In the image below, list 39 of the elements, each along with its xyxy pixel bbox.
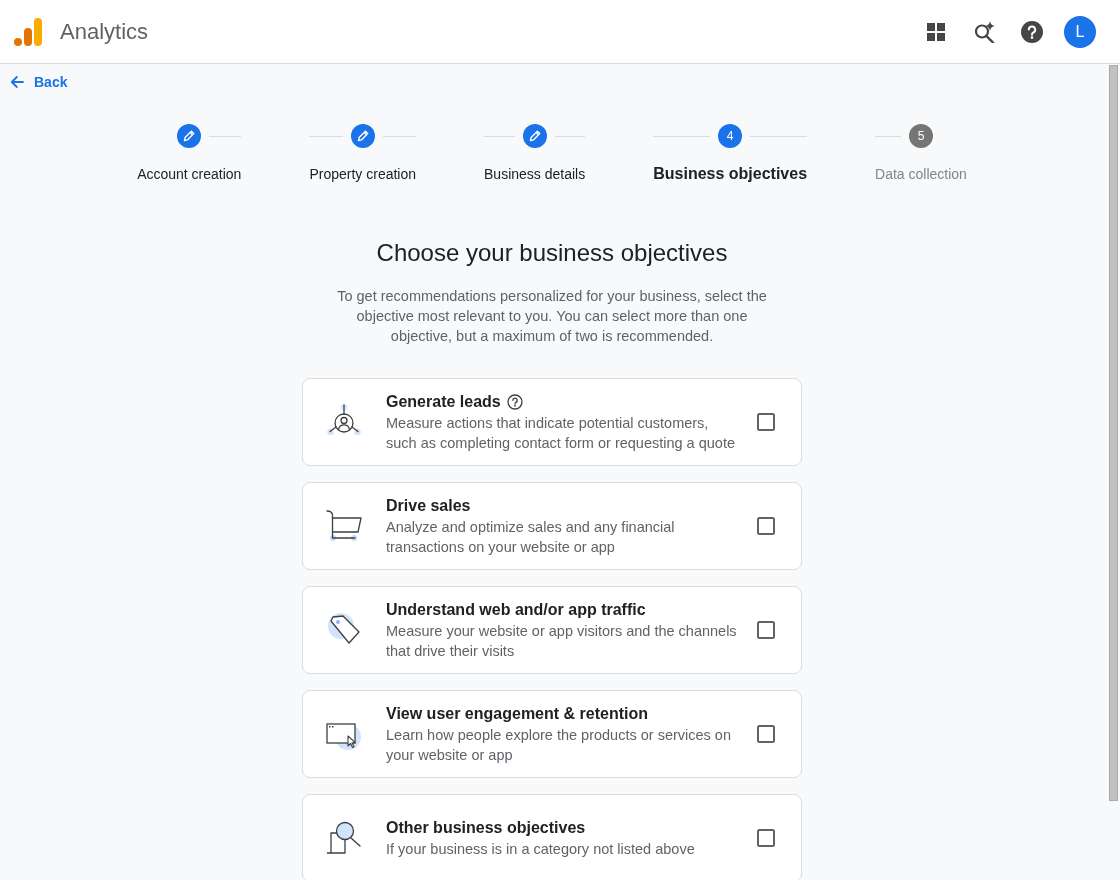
checkbox[interactable] — [757, 829, 775, 847]
step-number: 5 — [908, 124, 933, 148]
objective-card[interactable]: Other business objectives If your business is in a category not listed above — [302, 794, 802, 880]
objective-card[interactable]: View user engagement & retention Learn how people explore the products or services on your website or app — [302, 690, 802, 778]
objective-card[interactable]: Generate leads Measure actions that indicate potential customers, such as completing contact form or requesting a quote — [302, 378, 802, 466]
objective-title: Generate leads — [386, 392, 501, 412]
step-label: Property creation — [309, 165, 417, 184]
objective-description: Learn how people explore the products or services on your website or app — [386, 726, 732, 765]
step-label: Business details — [484, 165, 586, 184]
arrow-left-icon — [10, 75, 24, 89]
step-label: Data collection — [875, 165, 967, 184]
objective-description: If your business is in a category not listed above — [386, 840, 696, 859]
page-description: To get recommendations personalized for your business, select the objective most relevant to you. You can select more than one objective, but a maximum of two is recommended. — [336, 287, 768, 346]
page-title: Choose your business objectives — [376, 238, 728, 268]
checkbox[interactable] — [757, 413, 775, 431]
step-number: 4 — [718, 124, 743, 148]
search-sparkle-icon[interactable] — [973, 20, 995, 43]
help-circle-icon[interactable] — [506, 394, 523, 410]
back-link[interactable]: Back — [10, 72, 68, 92]
app-name: Analytics — [60, 17, 149, 46]
objective-description: Analyze and optimize sales and any financial transactions on your website or app — [386, 518, 676, 557]
checkbox[interactable] — [757, 621, 775, 639]
avatar[interactable]: L — [1064, 15, 1096, 48]
help-icon[interactable] — [1021, 20, 1043, 43]
checkbox[interactable] — [757, 517, 775, 535]
objective-card[interactable]: Understand web and/or app traffic Measure your website or app visitors and the channels that drive their visits — [302, 586, 802, 674]
objective-title: Other business objectives — [386, 818, 586, 838]
checkbox[interactable] — [757, 725, 775, 743]
objective-description: Measure your website or app visitors and the channels that drive their visits — [386, 622, 738, 661]
bars-logo-icon — [14, 17, 42, 46]
step-label: Business objectives — [653, 164, 808, 184]
step-label: Account creation — [137, 165, 242, 184]
apps-grid-icon[interactable] — [927, 22, 945, 41]
objective-title: Understand web and/or app traffic — [386, 600, 646, 620]
scrollbar-thumb[interactable] — [1109, 65, 1118, 801]
objective-description: Measure actions that indicate potential customers, such as completing contact form or requesting a quote — [386, 414, 736, 453]
objective-title: Drive sales — [386, 496, 471, 516]
objective-card[interactable]: Drive sales Analyze and optimize sales and any financial transactions on your website or app — [302, 482, 802, 570]
objective-title: View user engagement & retention — [386, 704, 648, 724]
